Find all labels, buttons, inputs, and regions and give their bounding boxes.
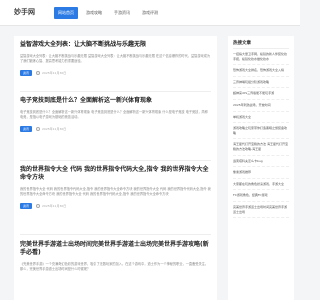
date-text: 2025年11月30日 xyxy=(42,127,67,131)
article-excerpt: 我的世界指令大全 代码 我的世界指令代码大全,指令 我的世界指令大全命令方块 我… xyxy=(20,187,211,196)
article-date: 2025年11月30日 xyxy=(36,71,66,75)
article-excerpt: 益智游戏大全列表：让大脑不断挑战与乐趣无限 益智游戏大全列表：让大脑不断挑战与乐… xyxy=(20,54,211,63)
divider xyxy=(20,91,211,92)
article-title[interactable]: 完美世界手游道士出场时间完美世界手游道士出场完美世界手游攻略(新手必看) xyxy=(20,241,211,257)
sidebar-item[interactable]: 大家都在玩的角色扮演游戏，手游大全 xyxy=(233,182,289,191)
article-item: 完美世界手游道士出场时间完美世界手游道士出场完美世界手游攻略(新手必看) 《完美… xyxy=(20,241,211,272)
article-title[interactable]: 益智游戏大全列表：让大脑不断挑战与乐趣无限 xyxy=(20,41,211,49)
article-date: 2025年11月30日 xyxy=(36,127,66,131)
article-list: 益智游戏大全列表：让大脑不断挑战与乐趣无限 益智游戏大全列表：让大脑不断挑战与乐… xyxy=(14,36,217,300)
clock-icon xyxy=(36,71,41,75)
divider xyxy=(233,48,289,49)
article-meta: 资讯 2025年11月30日 xyxy=(20,126,211,132)
nav-item-reviews[interactable]: 游戏评测 xyxy=(138,7,162,19)
sidebar-item[interactable]: 像素游戏推荐 xyxy=(233,170,289,179)
sidebar-title: 热搜文章 xyxy=(233,41,251,46)
top-navigation-bar: 妙手网 网站首页 游戏攻略 手游资讯 游戏评测 xyxy=(0,0,300,26)
clock-icon xyxy=(36,204,41,208)
article-title[interactable]: 我的世界指令大全 代码 我的世界指令代码大全,指令 我的世界指令大全命令方块 xyxy=(20,166,211,182)
sidebar-item[interactable]: 游戏攻略之玩家带你打造黑暗之旅装备攻略 xyxy=(233,126,289,140)
sidebar-item[interactable]: FC游戏角色，经典FC游戏 xyxy=(233,193,289,202)
divider xyxy=(20,160,211,161)
sidebar-item[interactable]: 单机游戏大全 xyxy=(233,115,289,124)
date-text: 2025年11月30日 xyxy=(42,71,67,75)
sidebar-item[interactable]: 超神来iOS三界版能不能玩手游 xyxy=(233,91,289,100)
article-date: 2025年11月30日 xyxy=(36,204,66,208)
nav-item-guides[interactable]: 游戏攻略 xyxy=(82,7,106,19)
clock-icon xyxy=(36,127,41,131)
category-tag[interactable]: 资讯 xyxy=(20,126,33,132)
sidebar-item[interactable]: 2025年刺激战场，开放时间 xyxy=(233,103,289,112)
category-tag[interactable]: 资讯 xyxy=(20,203,33,209)
article-item: 益智游戏大全列表：让大脑不断挑战与乐趣无限 益智游戏大全列表：让大脑不断挑战与乐… xyxy=(20,41,211,76)
sidebar-item[interactable]: 逃离塔科夫怎么卡bug xyxy=(233,159,289,168)
article-item: 电子竞技到底是什么？全面解析这一新兴体育现象 电子竞技到底是什么？全面解析这一新… xyxy=(20,97,211,132)
article-meta: 资讯 2025年11月30日 xyxy=(20,203,211,209)
site-logo[interactable]: 妙手网 xyxy=(14,7,35,17)
date-text: 2025年11月30日 xyxy=(42,204,67,208)
nav-item-home[interactable]: 网站首页 xyxy=(54,7,78,19)
sidebar-item[interactable]: 海王星代打开宝箱的方法 海王星代打开宝箱的方法攻略-海王星 xyxy=(233,142,289,156)
sidebar-hot-articles: 热搜文章 一招搞大量卫手网，棱镜的新人伴装化妆手把，棱镜化妆水做化妆水 恐怖游戏… xyxy=(228,36,294,300)
sidebar-item[interactable]: 一招搞大量卫手网，棱镜的新人伴装化妆手把，棱镜化妆水做化妆水 xyxy=(233,52,289,66)
sidebar-item[interactable]: 三界神嘴玩组分阶游戏攻略 xyxy=(233,80,289,89)
sidebar-item[interactable]: 完美世界手游道士出场时间完美世界手游道士出场 xyxy=(233,205,289,219)
nav-item-news[interactable]: 手游资讯 xyxy=(110,7,134,19)
article-meta: 资讯 2025年11月30日 xyxy=(20,70,211,76)
hot-article-list: 一招搞大量卫手网，棱镜的新人伴装化妆手把，棱镜化妆水做化妆水 恐怖游戏大全排名，… xyxy=(233,52,289,221)
article-title[interactable]: 电子竞技到底是什么？全面解析这一新兴体育现象 xyxy=(20,97,211,105)
main-nav: 网站首页 游戏攻略 手游资讯 游戏评测 xyxy=(54,7,166,19)
article-excerpt: 电子竞技到底是什么？全面解析这一新兴体育现象 电子竞技到底是什么？全面解析这一新… xyxy=(20,110,208,119)
article-excerpt: 《完美世界手游》一个充满奇幻色彩的游戏世界，吸引了无数玩家的加入。在这个游戏中，… xyxy=(20,262,209,271)
article-item: 我的世界指令大全 代码 我的世界指令代码大全,指令 我的世界指令大全命令方块 我… xyxy=(20,166,211,209)
category-tag[interactable]: 资讯 xyxy=(20,70,33,76)
divider xyxy=(20,234,211,235)
sidebar-item[interactable]: 恐怖游戏大全排名，恐怖游戏大全入榜 xyxy=(233,68,289,77)
